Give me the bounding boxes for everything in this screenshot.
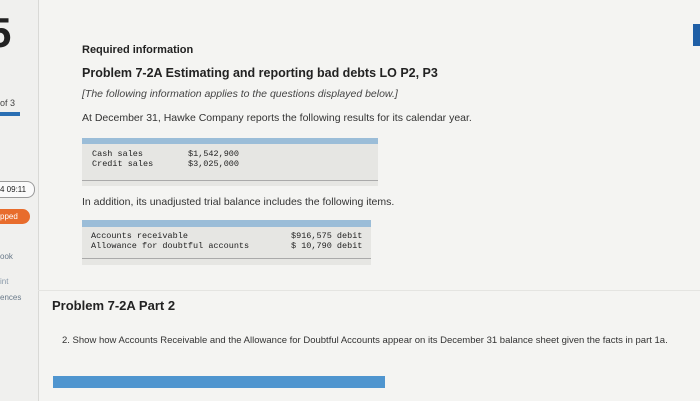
table-row-label: Accounts receivable xyxy=(91,231,188,241)
answer-table-header xyxy=(53,376,385,388)
table-row-label: Allowance for doubtful accounts xyxy=(91,241,250,251)
progress-indicator xyxy=(0,112,20,116)
problem-title: Problem 7-2A Estimating and reporting ba… xyxy=(82,66,438,80)
timer-badge: 4 09:11 xyxy=(0,181,35,198)
ebook-link[interactable]: ook xyxy=(0,252,13,261)
table-row-amount: $916,575 debit xyxy=(291,231,363,241)
sales-table: Cash sales $1,542,900 Credit sales $3,02… xyxy=(82,138,378,186)
table-row-label: Cash sales xyxy=(92,149,144,159)
table-row-amount: $3,025,000 xyxy=(188,159,240,169)
question-number: 5 xyxy=(0,12,11,54)
table-row-amount: $1,542,900 xyxy=(188,149,240,159)
intro-text: At December 31, Hawke Company reports th… xyxy=(82,112,472,124)
table-divider xyxy=(82,258,371,259)
table-row-label: Credit sales xyxy=(92,159,154,169)
addition-text: In addition, its unadjusted trial balanc… xyxy=(82,196,395,208)
table-divider xyxy=(82,180,378,181)
progress-label: of 3 xyxy=(0,98,16,108)
part-title: Problem 7-2A Part 2 xyxy=(52,298,176,313)
references-link[interactable]: ences xyxy=(0,293,21,302)
right-edge-tab[interactable] xyxy=(693,24,700,46)
applies-note: [The following information applies to th… xyxy=(82,88,398,100)
print-link[interactable]: int xyxy=(0,277,8,286)
part-instruction: 2. Show how Accounts Receivable and the … xyxy=(62,335,668,346)
left-rail: 5 of 3 4 09:11 pped ook int ences xyxy=(0,0,39,401)
required-information-heading: Required information xyxy=(82,44,194,56)
section-divider xyxy=(38,290,700,291)
table-row-amount: $ 10,790 debit xyxy=(291,241,363,251)
status-badge[interactable]: pped xyxy=(0,209,30,224)
